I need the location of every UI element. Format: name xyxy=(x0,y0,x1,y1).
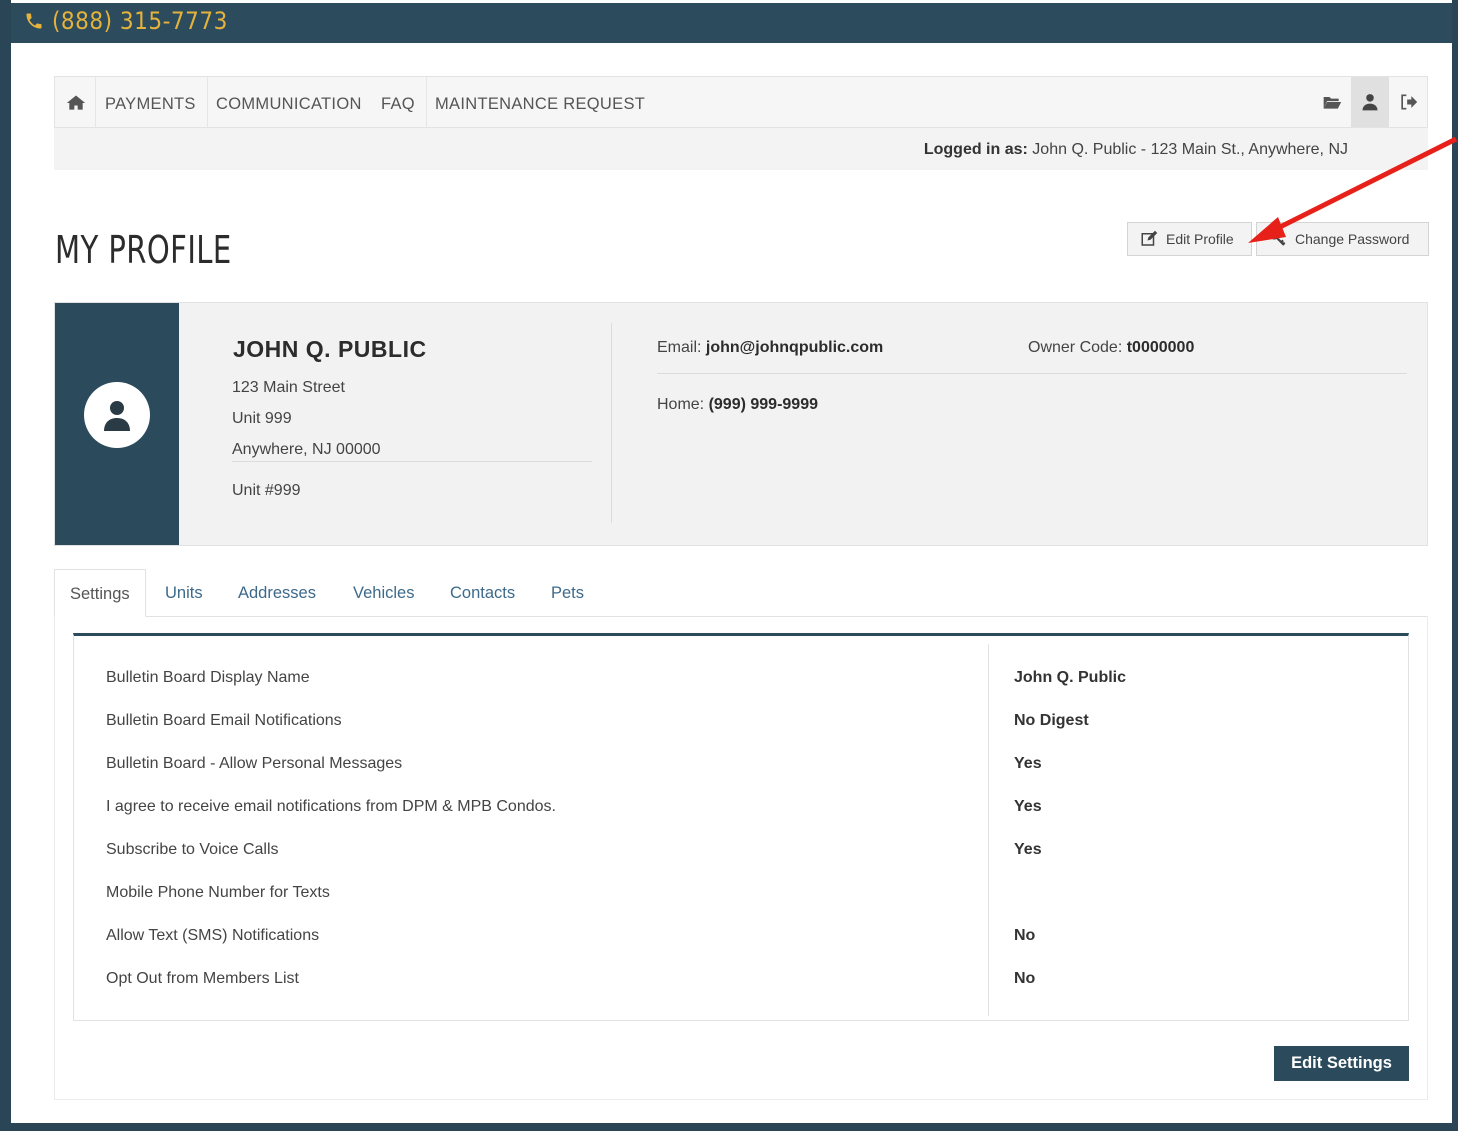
tab-contacts[interactable]: Contacts xyxy=(450,569,515,615)
profile-divider xyxy=(611,323,612,523)
unit-number: Unit #999 xyxy=(232,482,301,499)
folder-open-icon[interactable] xyxy=(1313,77,1351,127)
contact-divider xyxy=(657,373,1407,374)
nav-item-communication[interactable]: COMMUNICATION xyxy=(216,77,362,129)
avatar-column xyxy=(55,303,179,545)
address-unit: Unit 999 xyxy=(232,410,292,427)
nav-item-faq[interactable]: FAQ xyxy=(381,77,415,129)
setting-value: No Digest xyxy=(1014,712,1089,729)
tab-vehicles[interactable]: Vehicles xyxy=(353,569,414,615)
setting-value: John Q. Public xyxy=(1014,669,1127,686)
setting-label: Subscribe to Voice Calls xyxy=(106,841,279,858)
user-avatar-icon xyxy=(104,401,130,431)
main-nav: PAYMENTS COMMUNICATION FAQ MAINTENANCE R… xyxy=(54,76,1428,129)
edit-settings-button[interactable]: Edit Settings xyxy=(1274,1046,1409,1081)
column-divider xyxy=(988,644,989,1016)
address-divider xyxy=(232,461,592,462)
home-phone-value: (999) 999-9999 xyxy=(708,396,818,413)
owner-code-info: Owner Code: t0000000 xyxy=(1028,339,1194,357)
edit-profile-label: Edit Profile xyxy=(1166,231,1234,247)
phone-icon xyxy=(26,13,42,29)
email-label: Email: xyxy=(657,339,702,356)
email-value: john@johnqpublic.com xyxy=(705,339,884,356)
page-title: MY PROFILE xyxy=(55,228,232,272)
owner-code-label: Owner Code: xyxy=(1028,339,1123,356)
window-frame-left xyxy=(0,0,11,1131)
tab-settings[interactable]: Settings xyxy=(54,569,146,617)
nav-divider xyxy=(426,77,427,129)
login-label: Logged in as: xyxy=(923,141,1028,158)
setting-value: Yes xyxy=(1014,841,1042,858)
edit-profile-button[interactable]: Edit Profile xyxy=(1127,222,1252,256)
setting-value: Yes xyxy=(1014,798,1042,815)
tab-pets[interactable]: Pets xyxy=(551,569,584,615)
setting-label: Opt Out from Members List xyxy=(106,970,299,987)
home-icon[interactable] xyxy=(63,77,89,129)
nav-item-maintenance-request[interactable]: MAINTENANCE REQUEST xyxy=(435,77,645,129)
email-info: Email: john@johnqpublic.com xyxy=(657,339,883,357)
phone-number-text: (888) 315-7773 xyxy=(52,7,228,35)
setting-value: Yes xyxy=(1014,755,1042,772)
home-phone-label: Home: xyxy=(657,396,705,413)
login-status-bar: Logged in as: John Q. Public - 123 Main … xyxy=(54,128,1428,170)
annotation-arrow xyxy=(1248,136,1458,243)
edit-icon xyxy=(1141,230,1158,246)
address-street: 123 Main Street xyxy=(232,379,345,396)
setting-label: Bulletin Board Email Notifications xyxy=(106,712,342,729)
owner-code-value: t0000000 xyxy=(1126,339,1195,356)
setting-label: Bulletin Board Display Name xyxy=(106,669,310,686)
nav-item-payments[interactable]: PAYMENTS xyxy=(105,77,196,129)
profile-card: JOHN Q. PUBLIC 123 Main Street Unit 999 … xyxy=(54,302,1428,546)
profile-tabs: Settings Units Addresses Vehicles Contac… xyxy=(54,569,1428,617)
tab-addresses[interactable]: Addresses xyxy=(238,569,316,615)
settings-panel: Bulletin Board Display Name John Q. Publ… xyxy=(73,633,1409,1021)
setting-value: No xyxy=(1014,970,1036,987)
setting-label: Bulletin Board - Allow Personal Messages xyxy=(106,755,403,772)
tab-units[interactable]: Units xyxy=(165,569,203,615)
setting-label: Allow Text (SMS) Notifications xyxy=(106,927,320,944)
sign-out-icon[interactable] xyxy=(1389,77,1427,127)
address-city: Anywhere, NJ 00000 xyxy=(232,441,381,458)
avatar xyxy=(84,382,150,448)
setting-label: I agree to receive email notifications f… xyxy=(106,798,556,815)
home-phone-info: Home: (999) 999-9999 xyxy=(657,396,818,414)
nav-divider xyxy=(95,77,96,129)
nav-icon-group xyxy=(1313,77,1427,127)
window-frame-bottom xyxy=(0,1123,1458,1131)
profile-name: JOHN Q. PUBLIC xyxy=(233,336,427,362)
nav-divider xyxy=(207,77,208,129)
phone-number[interactable]: (888) 315-7773 xyxy=(24,7,228,35)
setting-label: Mobile Phone Number for Texts xyxy=(106,884,330,901)
setting-value: No xyxy=(1014,927,1036,944)
user-icon[interactable] xyxy=(1351,77,1389,127)
